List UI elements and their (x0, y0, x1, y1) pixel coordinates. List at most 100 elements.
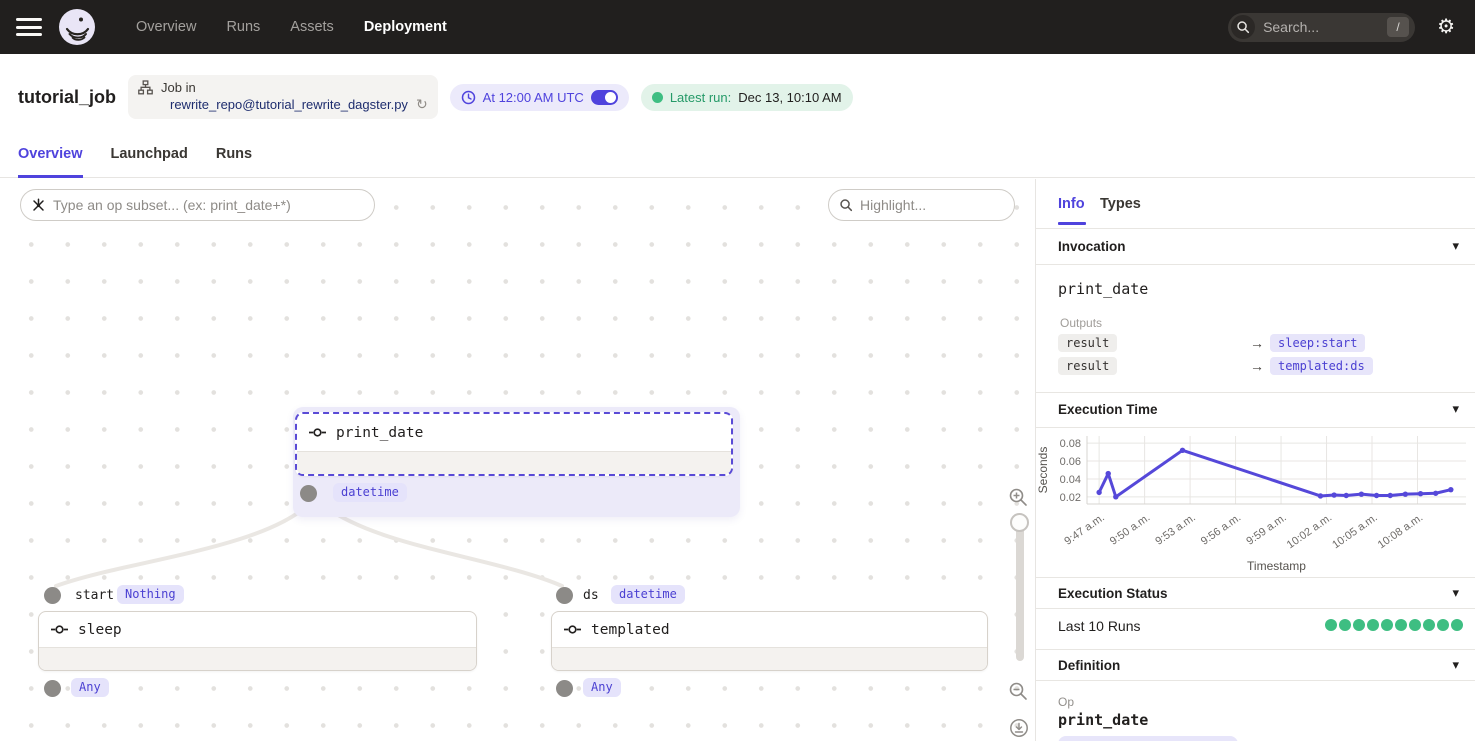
top-nav-right: / ⚙ (1228, 13, 1475, 42)
dagster-logo[interactable] (58, 8, 96, 46)
run-status-dot[interactable] (1325, 619, 1337, 631)
svg-text:Seconds: Seconds (1037, 447, 1050, 494)
op-node-print-date[interactable]: print_date (295, 412, 733, 476)
op-node-title: templated (591, 622, 670, 638)
run-status-dot[interactable] (1339, 619, 1351, 631)
output-handle[interactable] (300, 485, 317, 502)
input-type-chip[interactable]: Nothing (117, 585, 184, 604)
clock-icon (461, 90, 476, 105)
zoom-out-icon[interactable] (1008, 681, 1028, 701)
tab-runs[interactable]: Runs (216, 140, 252, 178)
last-10-runs-dots (1323, 618, 1463, 636)
input-handle[interactable] (44, 587, 61, 604)
schedule-badge[interactable]: At 12:00 AM UTC (450, 84, 629, 111)
definition-kind-label: Op (1058, 695, 1074, 709)
zoom-slider-knob[interactable] (1010, 513, 1029, 532)
output-type-chip[interactable]: datetime (333, 483, 407, 502)
repo-link[interactable]: rewrite_repo@tutorial_rewrite_dagster.py (170, 97, 408, 112)
op-subset-filter[interactable] (20, 189, 375, 221)
tab-overview[interactable]: Overview (18, 140, 83, 178)
nav-item-runs[interactable]: Runs (226, 19, 260, 35)
op-subset-input[interactable] (53, 197, 364, 213)
op-icon (51, 624, 68, 635)
caret-down-icon[interactable]: ▾ (1452, 585, 1459, 601)
op-config-strip (552, 647, 987, 670)
search-icon (839, 198, 853, 212)
svg-text:0.04: 0.04 (1060, 474, 1081, 486)
op-graph-canvas[interactable]: print_date datetime start Nothing sleep … (0, 179, 1035, 741)
svg-text:10:02 a.m.: 10:02 a.m. (1285, 512, 1334, 552)
section-header-execution-time[interactable]: Execution Time (1058, 402, 1158, 417)
caret-down-icon[interactable]: ▾ (1452, 238, 1459, 254)
input-handle[interactable] (556, 587, 573, 604)
svg-text:0.02: 0.02 (1060, 492, 1081, 504)
run-status-dot-icon (652, 92, 663, 103)
top-nav-bar: Overview Runs Assets Deployment / ⚙ (0, 0, 1475, 54)
op-node-title: sleep (78, 622, 122, 638)
job-graph-icon (138, 80, 153, 95)
global-search[interactable]: / (1228, 13, 1415, 42)
svg-text:0.08: 0.08 (1060, 438, 1081, 450)
run-status-dot[interactable] (1451, 619, 1463, 631)
svg-text:9:50 a.m.: 9:50 a.m. (1108, 512, 1152, 548)
svg-text:10:05 a.m.: 10:05 a.m. (1330, 512, 1379, 552)
run-status-dot[interactable] (1381, 619, 1393, 631)
outputs-label: Outputs (1060, 316, 1102, 330)
latest-run-badge[interactable]: Latest run: Dec 13, 10:10 AM (641, 84, 853, 111)
output-type-chip[interactable]: Any (71, 678, 109, 697)
op-node-sleep[interactable]: sleep (38, 611, 477, 671)
definition-chip-partial[interactable] (1058, 736, 1238, 741)
run-status-dot[interactable] (1423, 619, 1435, 631)
menu-icon[interactable] (16, 18, 42, 36)
output-type-chip[interactable]: Any (583, 678, 621, 697)
panel-tab-info[interactable]: Info (1058, 196, 1085, 212)
op-details-panel: Info Types Invocation ▾ print_date Outpu… (1035, 179, 1475, 741)
op-icon (564, 624, 581, 635)
run-status-dot[interactable] (1437, 619, 1449, 631)
job-tabs: Overview Launchpad Runs (0, 140, 1475, 178)
svg-text:0.06: 0.06 (1060, 456, 1081, 468)
zoom-in-icon[interactable] (1008, 487, 1028, 507)
input-name-label: ds (583, 588, 599, 603)
svg-text:Timestamp: Timestamp (1247, 559, 1306, 573)
tab-launchpad[interactable]: Launchpad (111, 140, 188, 178)
caret-down-icon[interactable]: ▾ (1452, 657, 1459, 673)
search-shortcut-badge: / (1387, 17, 1409, 37)
job-location-pill[interactable]: Job in rewrite_repo@tutorial_rewrite_dag… (128, 75, 438, 119)
gear-icon[interactable]: ⚙ (1437, 17, 1455, 37)
svg-text:10:08 a.m.: 10:08 a.m. (1376, 512, 1425, 552)
input-name-label: start (75, 588, 114, 603)
run-status-dot[interactable] (1409, 619, 1421, 631)
output-name-chip: result (1058, 334, 1117, 352)
reset-view-icon[interactable] (1009, 718, 1029, 738)
op-node-templated[interactable]: templated (551, 611, 988, 671)
nav-item-overview[interactable]: Overview (136, 19, 196, 35)
section-header-definition[interactable]: Definition (1058, 658, 1120, 673)
zoom-slider-track[interactable] (1016, 519, 1024, 661)
output-handle[interactable] (556, 680, 573, 697)
highlight-input[interactable] (860, 197, 1004, 213)
svg-text:9:53 a.m.: 9:53 a.m. (1153, 512, 1197, 548)
arrow-right-icon: → (1250, 358, 1264, 374)
input-type-chip[interactable]: datetime (611, 585, 685, 604)
section-header-execution-status[interactable]: Execution Status (1058, 586, 1168, 601)
run-status-dot[interactable] (1353, 619, 1365, 631)
dagster-logo-icon (58, 8, 96, 46)
definition-op-name: print_date (1058, 711, 1148, 729)
output-target-link[interactable]: sleep:start (1270, 334, 1365, 352)
output-handle[interactable] (44, 680, 61, 697)
execution-time-chart-svg: 0.020.040.060.089:47 a.m.9:50 a.m.9:53 a… (1037, 430, 1474, 576)
run-status-dot[interactable] (1367, 619, 1379, 631)
latest-run-label: Latest run: (670, 90, 731, 105)
highlight-filter[interactable] (828, 189, 1015, 221)
schedule-toggle[interactable] (591, 90, 618, 105)
nav-item-assets[interactable]: Assets (290, 19, 334, 35)
run-status-dot[interactable] (1395, 619, 1407, 631)
search-input[interactable] (1255, 19, 1387, 35)
panel-tab-types[interactable]: Types (1100, 196, 1141, 212)
output-target-link[interactable]: templated:ds (1270, 357, 1373, 375)
reload-repo-icon[interactable]: ↻ (416, 96, 428, 113)
caret-down-icon[interactable]: ▾ (1452, 401, 1459, 417)
section-header-invocation[interactable]: Invocation (1058, 239, 1126, 254)
nav-item-deployment[interactable]: Deployment (364, 19, 447, 35)
